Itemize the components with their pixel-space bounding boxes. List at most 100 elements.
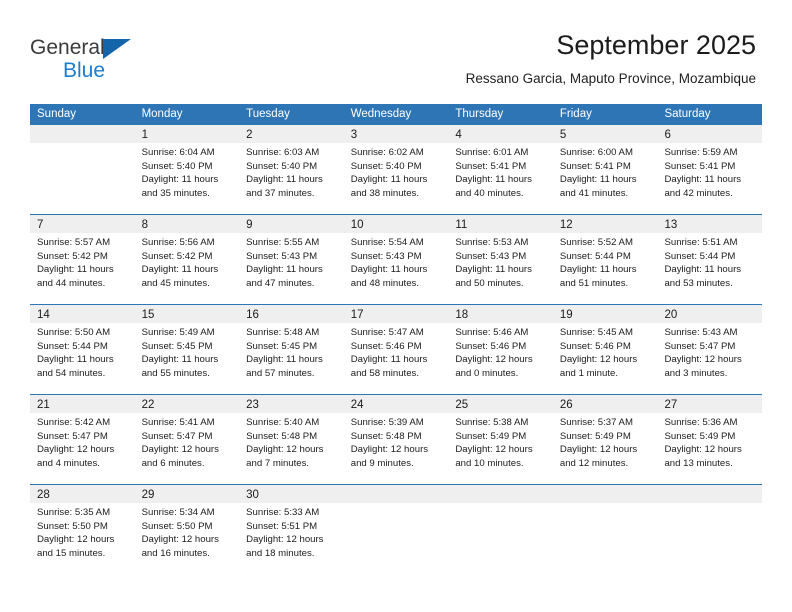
- day-cell[interactable]: 2 Sunrise: 6:03 AM Sunset: 5:40 PM Daylight…: [239, 125, 344, 214]
- day-number: 12: [559, 219, 573, 231]
- day-details: Sunrise: 5:48 AM Sunset: 5:45 PM Daylight:…: [239, 323, 344, 394]
- day-cell[interactable]: 22 Sunrise: 5:41 AM Sunset: 5:47 PM Dayligh…: [134, 395, 240, 484]
- sunrise-text: Sunrise: 5:40 AM: [246, 417, 320, 428]
- day-cell[interactable]: 19 Sunrise: 5:45 AM Sunset: 5:46 PM Dayligh…: [552, 305, 658, 394]
- day-cell[interactable]: 8 Sunrise: 5:56 AM Sunset: 5:42 PM Daylight…: [134, 215, 240, 304]
- sunset-text: Sunset: 5:43 PM: [246, 250, 318, 262]
- day-cell[interactable]: 1 Sunrise: 6:04 AM Sunset: 5:40 PM Daylight…: [134, 125, 240, 214]
- daylight-text-line1: Daylight: 12 hours: [141, 534, 219, 546]
- calendar-week-row: 14 Sunrise: 5:50 AM Sunset: 5:44 PM Dayligh…: [30, 304, 763, 394]
- page-header: General Blue September 2025 Ressano Garc…: [0, 0, 792, 104]
- day-cell[interactable]: 4 Sunrise: 6:01 AM Sunset: 5:41 PM Daylight…: [448, 125, 553, 214]
- generalblue-logo[interactable]: General Blue: [30, 36, 190, 84]
- daylight-text-line1: Daylight: 12 hours: [246, 444, 324, 456]
- day-number: 26: [559, 399, 573, 411]
- sunrise-text: Sunrise: 5:54 AM: [350, 237, 424, 248]
- day-cell-empty: [552, 485, 658, 574]
- day-number: 1: [141, 129, 148, 141]
- day-cell[interactable]: 12 Sunrise: 5:52 AM Sunset: 5:44 PM Dayligh…: [552, 215, 658, 304]
- day-details: Sunrise: 5:56 AM Sunset: 5:42 PM Daylight:…: [135, 233, 240, 304]
- day-number-band: 19: [552, 305, 658, 323]
- day-cell-empty: [657, 485, 763, 574]
- daylight-text-line2: and 54 minutes.: [37, 367, 106, 379]
- day-cell[interactable]: 26 Sunrise: 5:37 AM Sunset: 5:49 PM Dayligh…: [552, 395, 658, 484]
- day-cell[interactable]: 15 Sunrise: 5:49 AM Sunset: 5:45 PM Dayligh…: [134, 305, 240, 394]
- sunset-text: Sunset: 5:41 PM: [559, 160, 631, 172]
- day-number-band: 27: [657, 395, 763, 413]
- sunrise-text: Sunrise: 5:55 AM: [246, 237, 320, 248]
- sunset-text: Sunset: 5:50 PM: [141, 520, 213, 532]
- sunset-text: Sunset: 5:41 PM: [455, 160, 527, 172]
- day-number-band: 11: [448, 215, 553, 233]
- day-cell[interactable]: 24 Sunrise: 5:39 AM Sunset: 5:48 PM Dayligh…: [343, 395, 449, 484]
- day-details: Sunrise: 5:35 AM Sunset: 5:50 PM Daylight:…: [30, 503, 135, 574]
- daylight-text-line1: Daylight: 12 hours: [664, 444, 742, 456]
- day-number: 24: [350, 399, 364, 411]
- weekday-header-row: Sunday Monday Tuesday Wednesday Thursday…: [30, 104, 762, 125]
- day-number: 8: [141, 219, 148, 231]
- day-number-band: 12: [552, 215, 658, 233]
- day-cell[interactable]: 7 Sunrise: 5:57 AM Sunset: 5:42 PM Daylight…: [30, 215, 135, 304]
- weekday-wednesday: Wednesday: [350, 108, 412, 120]
- day-number: 5: [559, 129, 567, 141]
- day-number-band: 22: [134, 395, 240, 413]
- day-cell[interactable]: 28 Sunrise: 5:35 AM Sunset: 5:50 PM Dayligh…: [30, 485, 135, 574]
- logo-text-general: General: [30, 36, 190, 60]
- day-number-band: [30, 125, 135, 143]
- sunrise-text: Sunrise: 6:04 AM: [141, 147, 215, 158]
- sunrise-text: Sunrise: 6:03 AM: [246, 147, 320, 158]
- daylight-text-line2: and 58 minutes.: [350, 367, 420, 379]
- day-details: Sunrise: 5:59 AM Sunset: 5:41 PM Daylight:…: [657, 143, 762, 214]
- day-details: Sunrise: 5:49 AM Sunset: 5:45 PM Daylight:…: [135, 323, 240, 394]
- day-cell-empty: [343, 485, 449, 574]
- day-cell[interactable]: 30 Sunrise: 5:33 AM Sunset: 5:51 PM Dayligh…: [239, 485, 344, 574]
- day-number-band: [448, 485, 553, 503]
- daylight-text-line1: Daylight: 11 hours: [246, 354, 323, 366]
- day-cell[interactable]: 11 Sunrise: 5:53 AM Sunset: 5:43 PM Dayligh…: [448, 215, 553, 304]
- day-cell[interactable]: 3 Sunrise: 6:02 AM Sunset: 5:40 PM Daylight…: [343, 125, 449, 214]
- day-cell[interactable]: 27 Sunrise: 5:36 AM Sunset: 5:49 PM Dayligh…: [657, 395, 763, 484]
- daylight-text-line2: and 42 minutes.: [664, 187, 733, 199]
- daylight-text-line1: Daylight: 12 hours: [141, 444, 219, 456]
- sunrise-text: Sunrise: 5:36 AM: [664, 417, 738, 428]
- day-number-band: 16: [239, 305, 344, 323]
- daylight-text-line1: Daylight: 11 hours: [559, 174, 637, 186]
- day-cell[interactable]: 23 Sunrise: 5:40 AM Sunset: 5:48 PM Dayligh…: [239, 395, 344, 484]
- day-cell[interactable]: 20 Sunrise: 5:43 AM Sunset: 5:47 PM Dayligh…: [657, 305, 763, 394]
- day-cell[interactable]: 14 Sunrise: 5:50 AM Sunset: 5:44 PM Dayligh…: [30, 305, 135, 394]
- day-cell[interactable]: 25 Sunrise: 5:38 AM Sunset: 5:49 PM Dayligh…: [448, 395, 553, 484]
- daylight-text-line1: Daylight: 11 hours: [37, 264, 114, 276]
- day-cell[interactable]: 10 Sunrise: 5:54 AM Sunset: 5:43 PM Dayligh…: [343, 215, 449, 304]
- sunrise-text: Sunrise: 6:01 AM: [455, 147, 529, 158]
- sunset-text: Sunset: 5:44 PM: [664, 250, 736, 262]
- sunrise-text: Sunrise: 6:00 AM: [559, 147, 633, 158]
- daylight-text-line1: Daylight: 11 hours: [141, 264, 219, 276]
- day-cell[interactable]: 18 Sunrise: 5:46 AM Sunset: 5:46 PM Dayligh…: [448, 305, 553, 394]
- daylight-text-line1: Daylight: 11 hours: [455, 264, 532, 276]
- day-cell[interactable]: 13 Sunrise: 5:51 AM Sunset: 5:44 PM Dayligh…: [657, 215, 763, 304]
- day-number-band: 23: [239, 395, 344, 413]
- day-cell[interactable]: 5 Sunrise: 6:00 AM Sunset: 5:41 PM Daylight…: [552, 125, 658, 214]
- daylight-text-line2: and 41 minutes.: [559, 187, 629, 199]
- daylight-text-line2: and 45 minutes.: [141, 277, 210, 289]
- day-cell[interactable]: 16 Sunrise: 5:48 AM Sunset: 5:45 PM Dayligh…: [239, 305, 344, 394]
- sunset-text: Sunset: 5:40 PM: [350, 160, 422, 172]
- daylight-text-line1: Daylight: 11 hours: [350, 174, 428, 186]
- sunset-text: Sunset: 5:46 PM: [559, 340, 631, 352]
- weekday-friday: Friday: [559, 108, 592, 120]
- day-details: Sunrise: 6:02 AM Sunset: 5:40 PM Daylight:…: [344, 143, 449, 214]
- day-cell[interactable]: 9 Sunrise: 5:55 AM Sunset: 5:43 PM Daylight…: [239, 215, 344, 304]
- day-cell[interactable]: 6 Sunrise: 5:59 AM Sunset: 5:41 PM Daylight…: [657, 125, 763, 214]
- sunrise-text: Sunrise: 5:33 AM: [246, 507, 320, 518]
- daylight-text-line2: and 55 minutes.: [141, 367, 210, 379]
- day-details: Sunrise: 5:52 AM Sunset: 5:44 PM Daylight:…: [553, 233, 658, 304]
- day-cell[interactable]: 17 Sunrise: 5:47 AM Sunset: 5:46 PM Dayligh…: [343, 305, 449, 394]
- calendar-week-row: 1 Sunrise: 6:04 AM Sunset: 5:40 PM Daylight…: [30, 125, 763, 214]
- day-cell[interactable]: 29 Sunrise: 5:34 AM Sunset: 5:50 PM Dayligh…: [134, 485, 240, 574]
- sunset-text: Sunset: 5:44 PM: [559, 250, 631, 262]
- day-number: 22: [141, 399, 155, 411]
- day-details: Sunrise: 5:55 AM Sunset: 5:43 PM Daylight:…: [239, 233, 344, 304]
- sunset-text: Sunset: 5:44 PM: [37, 340, 108, 352]
- sunrise-text: Sunrise: 5:59 AM: [664, 147, 738, 158]
- day-cell[interactable]: 21 Sunrise: 5:42 AM Sunset: 5:47 PM Dayligh…: [30, 395, 135, 484]
